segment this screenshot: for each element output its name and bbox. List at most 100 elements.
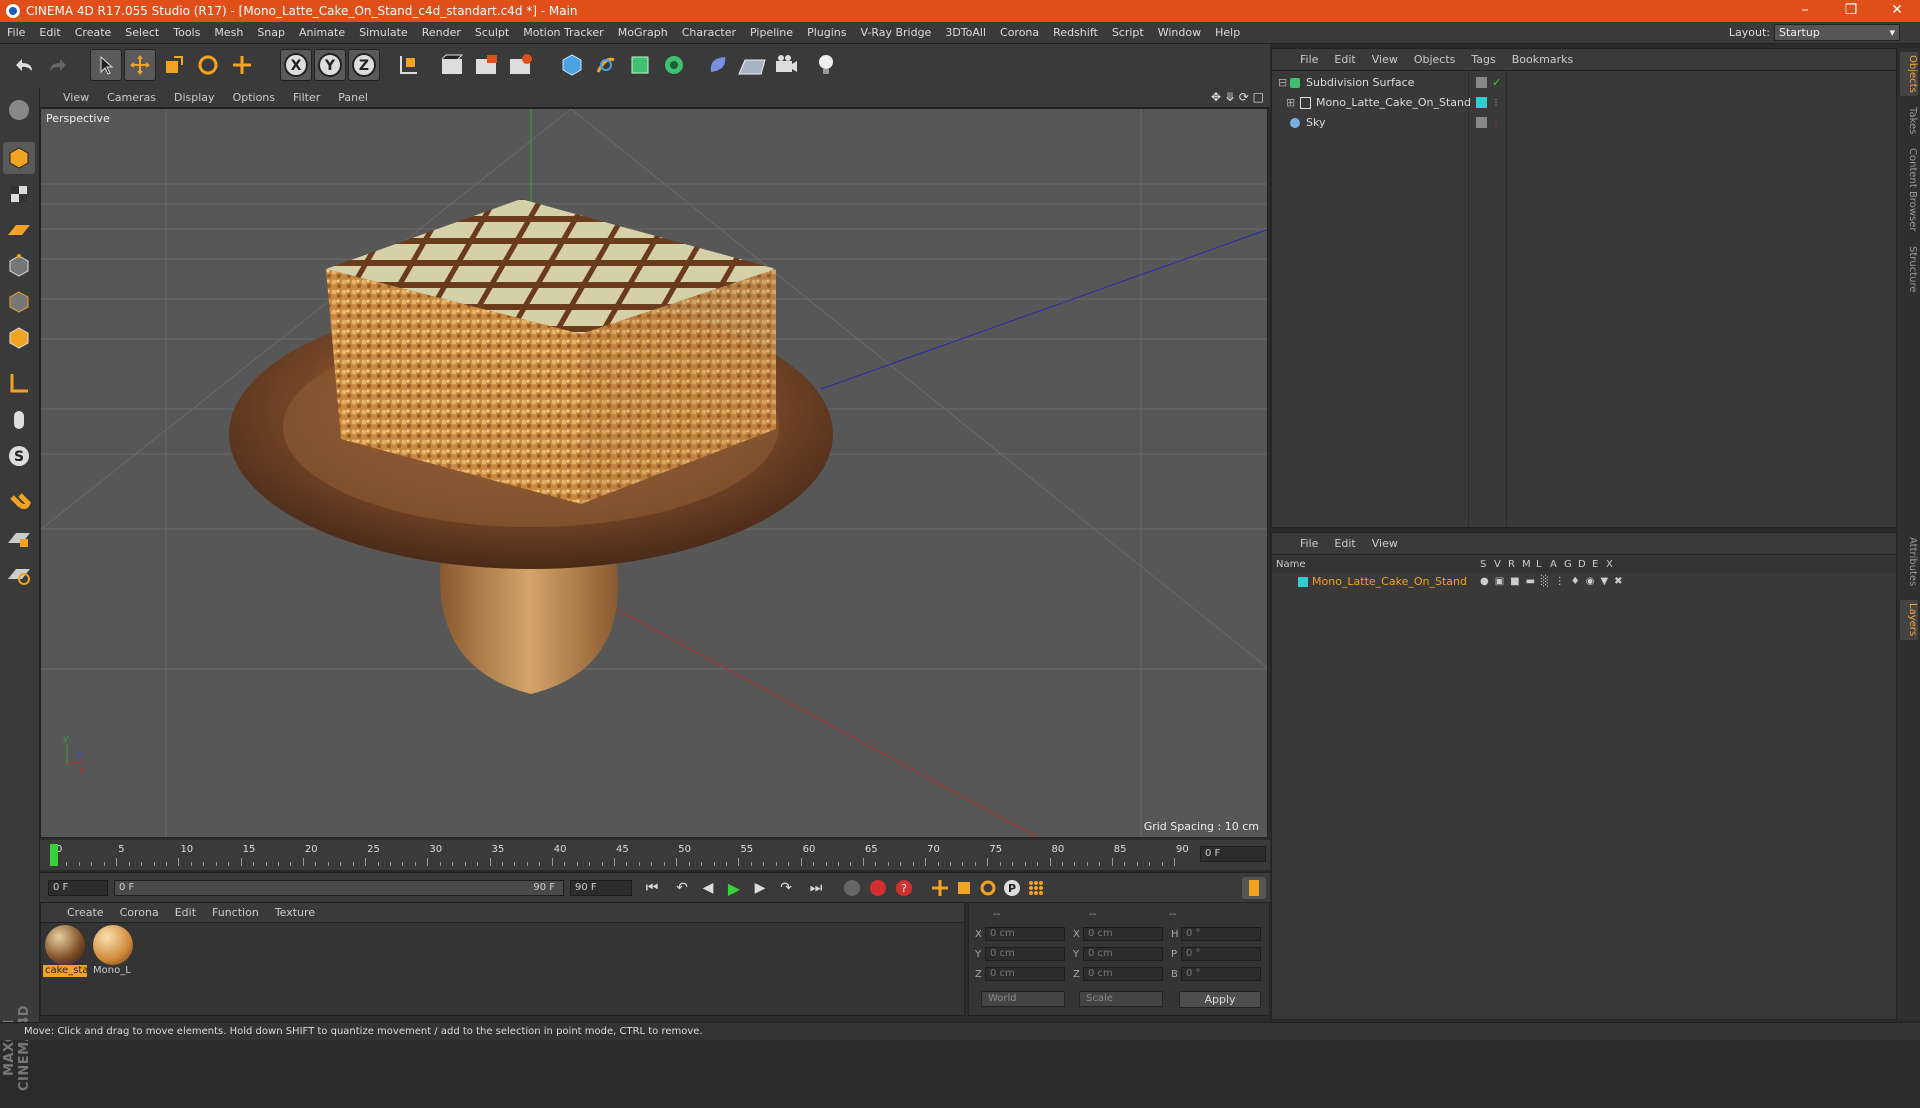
keyframe-selection-button[interactable]: ? [892, 877, 916, 899]
object-menu-tags[interactable]: Tags [1463, 53, 1503, 66]
autokey-button[interactable] [866, 877, 890, 899]
camera-button[interactable] [770, 49, 802, 81]
planar-workplane-button[interactable] [3, 558, 35, 590]
viewport-nav-icons[interactable]: ✥ ⤋ ⟳ □ [1211, 90, 1264, 104]
menu-plugins[interactable]: Plugins [800, 26, 853, 39]
subdivision-button[interactable] [624, 49, 656, 81]
prev-key-button[interactable]: ↶ [670, 877, 694, 899]
lock-workplane-button[interactable] [3, 522, 35, 554]
render-settings-button[interactable] [504, 49, 536, 81]
apply-button[interactable]: Apply [1179, 991, 1261, 1008]
layer-flag-icons[interactable]: ●▣■▬░⋮♦◉▼✖ [1480, 573, 1629, 591]
key-position-button[interactable] [928, 877, 952, 899]
axis-mode-button[interactable] [3, 368, 35, 400]
tab-structure[interactable]: Structure [1900, 244, 1918, 294]
layer-color-swatch[interactable] [1298, 577, 1308, 587]
visibility-dots-icon[interactable]: ⋮ [1492, 113, 1500, 133]
light-button[interactable] [810, 49, 842, 81]
play-button[interactable]: ▶ [722, 877, 746, 899]
menu-script[interactable]: Script [1105, 26, 1151, 39]
menu-tools[interactable]: Tools [166, 26, 207, 39]
coord-mode-dropdown[interactable]: Scale [1079, 991, 1163, 1007]
timeline[interactable]: 0 5 10 15 20 25 30 35 40 45 50 55 60 65 70 75 80 85 90 0 F [40, 840, 1270, 870]
start-frame-field[interactable]: 0 F [48, 880, 108, 896]
undo-button[interactable] [8, 49, 40, 81]
make-editable-button[interactable] [3, 94, 35, 126]
rotation-b-field[interactable]: 0 ° [1181, 967, 1261, 981]
layer-column-name[interactable]: Name [1276, 557, 1306, 573]
material-item[interactable]: cake_sta [43, 925, 87, 981]
tab-attributes[interactable]: Attributes [1900, 532, 1918, 592]
size-z-field[interactable]: 0 cm [1083, 967, 1163, 981]
object-row-sky[interactable]: Sky ⋮ [1272, 113, 1896, 133]
frame-range-slider[interactable]: 0 F 90 F [114, 880, 564, 896]
points-mode-button[interactable] [3, 250, 35, 282]
material-menu-create[interactable]: Create [59, 906, 112, 919]
next-frame-button[interactable]: ▶ [748, 877, 772, 899]
magnet-button[interactable] [3, 486, 35, 518]
floor-button[interactable] [736, 49, 768, 81]
collapse-icon[interactable]: ⊟ [1278, 73, 1287, 93]
menu-character[interactable]: Character [675, 26, 743, 39]
prev-frame-button[interactable]: ◀ [696, 877, 720, 899]
edges-mode-button[interactable] [3, 286, 35, 318]
record-button[interactable] [840, 877, 864, 899]
size-y-field[interactable]: 0 cm [1083, 947, 1163, 961]
x-axis-button[interactable]: X [280, 49, 312, 81]
menu-motion-tracker[interactable]: Motion Tracker [516, 26, 610, 39]
current-frame-field[interactable]: 0 F [1200, 846, 1266, 862]
viewport-menu-view[interactable]: View [54, 91, 98, 104]
layer-menu-edit[interactable]: Edit [1326, 537, 1363, 550]
next-key-button[interactable]: ↷ [774, 877, 798, 899]
object-menu-objects[interactable]: Objects [1406, 53, 1464, 66]
snap-button[interactable]: S [3, 440, 35, 472]
enabled-check-icon[interactable]: ✓ [1492, 73, 1501, 93]
layer-tag-icon[interactable] [1476, 117, 1487, 128]
material-menu-function[interactable]: Function [204, 906, 267, 919]
3d-viewport[interactable]: y z x Perspective Grid Spacing : 10 cm [40, 108, 1268, 838]
tab-layers[interactable]: Layers [1900, 600, 1918, 640]
key-pla-button[interactable] [1024, 877, 1048, 899]
cloner-button[interactable] [658, 49, 690, 81]
menu-sculpt[interactable]: Sculpt [468, 26, 516, 39]
cube-button[interactable] [556, 49, 588, 81]
menu-render[interactable]: Render [415, 26, 468, 39]
layout-dropdown[interactable]: Startup ▾ [1774, 24, 1900, 41]
size-x-field[interactable]: 0 cm [1083, 927, 1163, 941]
timeline-window-button[interactable] [1242, 877, 1266, 899]
tab-objects[interactable]: Objects [1900, 52, 1918, 96]
menu-mograph[interactable]: MoGraph [611, 26, 675, 39]
texture-mode-button[interactable] [3, 178, 35, 210]
menu-select[interactable]: Select [118, 26, 166, 39]
timeline-ruler[interactable]: 0 5 10 15 20 25 30 35 40 45 50 55 60 65 70 75 80 85 90 [50, 844, 1200, 866]
deformer-button[interactable] [702, 49, 734, 81]
material-item[interactable]: Mono_L [91, 925, 135, 981]
menu-simulate[interactable]: Simulate [352, 26, 415, 39]
rotation-p-field[interactable]: 0 ° [1181, 947, 1261, 961]
menu-snap[interactable]: Snap [250, 26, 292, 39]
layer-tag-icon[interactable] [1476, 77, 1487, 88]
transform-tool-button[interactable] [226, 49, 258, 81]
tab-takes[interactable]: Takes [1900, 104, 1918, 138]
expand-icon[interactable]: ⊞ [1286, 93, 1295, 113]
menu-file[interactable]: File [0, 26, 32, 39]
menu-pipeline[interactable]: Pipeline [743, 26, 800, 39]
layer-color-icon[interactable] [1476, 97, 1487, 108]
select-tool-button[interactable] [90, 49, 122, 81]
key-rotation-button[interactable] [976, 877, 1000, 899]
minimize-button[interactable]: – [1782, 0, 1828, 22]
menu-edit[interactable]: Edit [32, 26, 67, 39]
redo-button[interactable] [42, 49, 74, 81]
coord-system-button[interactable] [392, 49, 424, 81]
menu-window[interactable]: Window [1151, 26, 1208, 39]
scale-tool-button[interactable] [158, 49, 190, 81]
position-x-field[interactable]: 0 cm [985, 927, 1065, 941]
goto-end-button[interactable]: ⏭ [804, 877, 828, 899]
render-view-button[interactable] [436, 49, 468, 81]
layer-menu-view[interactable]: View [1364, 537, 1406, 550]
object-row-subdivision[interactable]: ⊟ Subdivision Surface ✓ [1272, 73, 1896, 93]
tweak-mode-button[interactable] [3, 404, 35, 436]
layer-row[interactable]: Mono_Latte_Cake_On_Stand ●▣■▬░⋮♦◉▼✖ [1272, 573, 1896, 591]
viewport-menu-cameras[interactable]: Cameras [98, 91, 165, 104]
playhead[interactable] [50, 844, 58, 866]
